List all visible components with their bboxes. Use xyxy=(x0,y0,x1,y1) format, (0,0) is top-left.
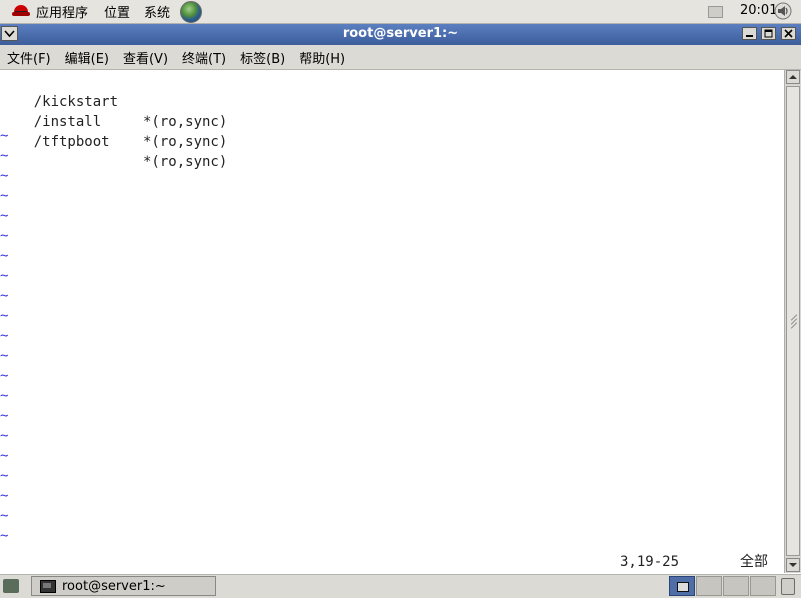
empty-line-marker: ~ xyxy=(0,188,9,204)
terminal-area[interactable]: /kickstart *(ro,sync) /install *(ro,sync… xyxy=(0,70,784,573)
applications-menu[interactable]: 应用程序 xyxy=(0,0,94,23)
redhat-logo-icon xyxy=(12,4,30,20)
cursor-position: 3,19-25 xyxy=(620,554,680,570)
maximize-button[interactable] xyxy=(761,27,776,40)
empty-line-marker: ~ xyxy=(0,388,9,404)
trash-icon[interactable] xyxy=(781,578,795,595)
terminal-icon xyxy=(40,579,56,593)
places-menu-label: 位置 xyxy=(104,6,131,21)
empty-line-marker: ~ xyxy=(0,468,9,484)
applications-menu-label: 应用程序 xyxy=(36,6,89,21)
window-titlebar[interactable]: root@server1:~ xyxy=(0,24,801,46)
export-options: *(ro,sync) xyxy=(143,114,228,130)
empty-line-marker: ~ xyxy=(0,148,9,164)
places-menu[interactable]: 位置 xyxy=(98,0,136,23)
empty-line-marker: ~ xyxy=(0,328,9,344)
minimize-button[interactable] xyxy=(742,27,757,40)
terminal-scrollbar[interactable] xyxy=(784,70,801,573)
empty-line-marker: ~ xyxy=(0,428,9,444)
system-menu[interactable]: 系统 xyxy=(138,0,176,23)
taskbar-window-button[interactable]: root@server1:~ xyxy=(31,576,216,596)
workspace-2[interactable] xyxy=(696,576,722,596)
clock[interactable]: 20:01 xyxy=(740,3,777,18)
workspace-4[interactable] xyxy=(750,576,776,596)
empty-line-marker: ~ xyxy=(0,208,9,224)
window-menubar: 文件(F) 编辑(E) 查看(V) 终端(T) 标签(B) 帮助(H) xyxy=(0,45,801,70)
file-line: /kickstart *(ro,sync) xyxy=(0,72,228,130)
menu-tabs[interactable]: 标签(B) xyxy=(233,48,292,67)
scroll-down-button[interactable] xyxy=(786,558,800,572)
empty-line-marker: ~ xyxy=(0,348,9,364)
menu-help[interactable]: 帮助(H) xyxy=(292,48,352,67)
window-title: root@server1:~ xyxy=(342,26,459,41)
menu-view[interactable]: 查看(V) xyxy=(116,48,175,67)
export-options: *(ro,sync) xyxy=(143,134,228,150)
empty-line-marker: ~ xyxy=(0,308,9,324)
empty-line-marker: ~ xyxy=(0,488,9,504)
export-options: *(ro,sync) xyxy=(143,154,228,170)
empty-line-marker: ~ xyxy=(0,448,9,464)
empty-line-marker: ~ xyxy=(0,128,9,144)
empty-line-marker: ~ xyxy=(0,268,9,284)
volume-speaker-icon[interactable] xyxy=(774,2,792,20)
show-desktop-icon[interactable] xyxy=(3,579,19,593)
workspace-1[interactable] xyxy=(669,576,695,596)
menu-edit[interactable]: 编辑(E) xyxy=(58,48,116,67)
scroll-scope: 全部 xyxy=(740,554,768,570)
arrow-up-icon xyxy=(789,75,797,79)
minimize-icon xyxy=(746,35,753,37)
empty-line-marker: ~ xyxy=(0,528,9,544)
notification-area-icon[interactable] xyxy=(708,6,723,18)
taskbar-window-label: root@server1:~ xyxy=(62,578,166,594)
close-button[interactable] xyxy=(781,27,796,40)
empty-line-marker: ~ xyxy=(0,508,9,524)
arrow-down-icon xyxy=(789,563,797,567)
empty-line-marker: ~ xyxy=(0,168,9,184)
workspace-3[interactable] xyxy=(723,576,749,596)
menu-terminal[interactable]: 终端(T) xyxy=(175,48,233,67)
export-path: /tftpboot xyxy=(33,134,110,150)
web-browser-launcher-icon[interactable] xyxy=(180,0,203,23)
empty-line-marker: ~ xyxy=(0,368,9,384)
empty-line-marker: ~ xyxy=(0,288,9,304)
close-icon xyxy=(784,29,793,38)
empty-line-marker: ~ xyxy=(0,408,9,424)
top-panel: 应用程序 位置 系统 xyxy=(0,0,801,24)
scrollbar-thumb[interactable] xyxy=(786,86,800,556)
empty-line-marker: ~ xyxy=(0,228,9,244)
bottom-panel: root@server1:~ xyxy=(0,573,801,598)
file-line: /tftpboot *(ro,sync) xyxy=(0,112,228,170)
empty-line-marker: ~ xyxy=(0,248,9,264)
menu-file[interactable]: 文件(F) xyxy=(0,48,58,67)
file-line: /install *(ro,sync) xyxy=(0,92,228,150)
scroll-up-button[interactable] xyxy=(786,70,800,84)
maximize-icon xyxy=(764,29,773,38)
system-menu-label: 系统 xyxy=(144,6,171,21)
